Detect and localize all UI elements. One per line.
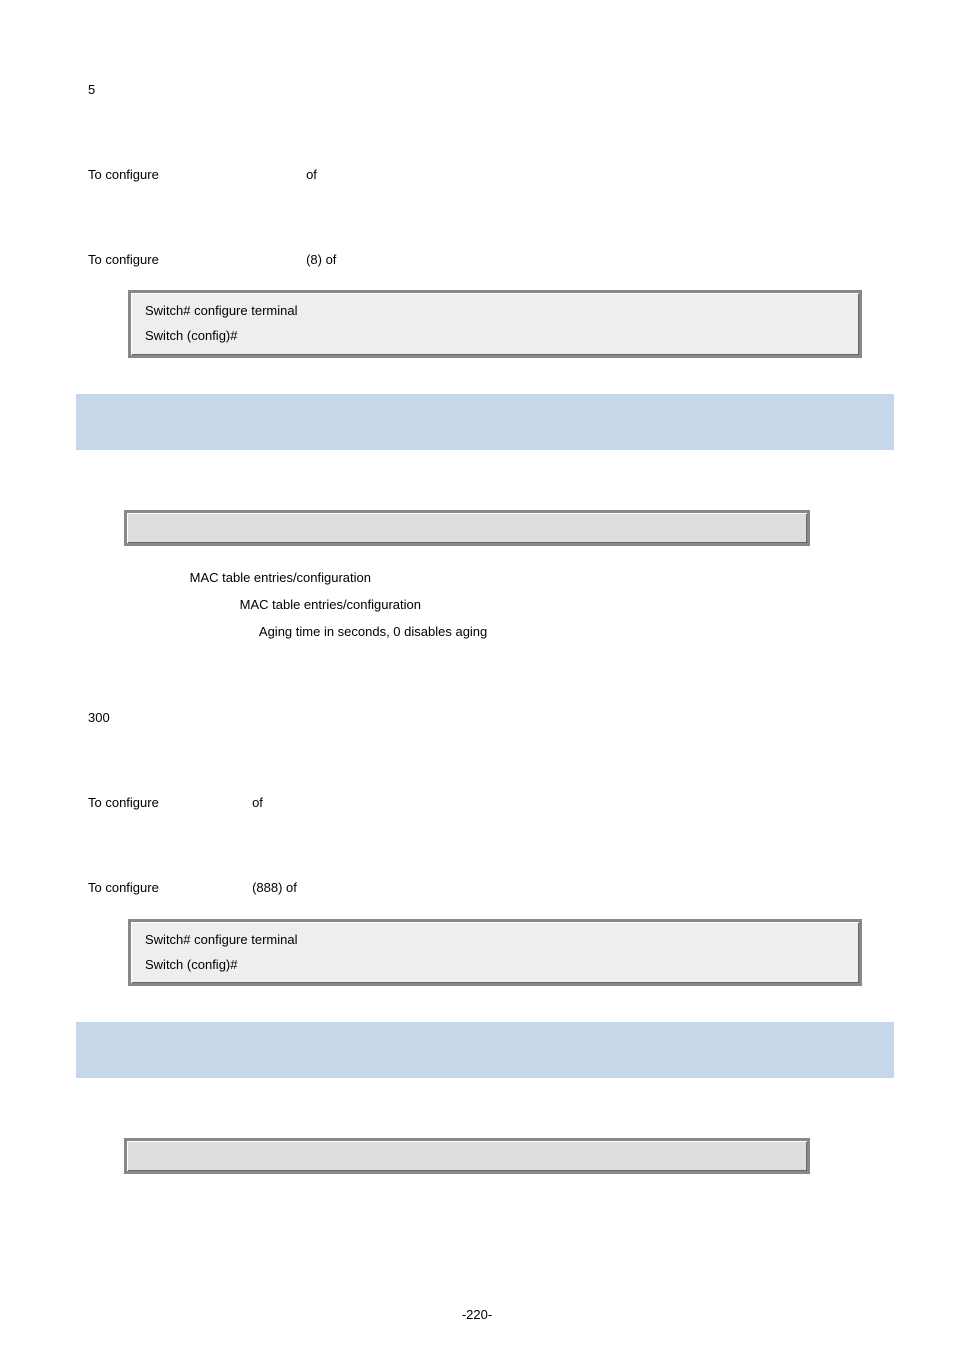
section-heading-band [76, 394, 894, 450]
param-line: MAC table entries/configuration [108, 568, 882, 589]
example-prefix: To configure [88, 252, 159, 267]
usage-line: To configure of [88, 793, 882, 814]
param-desc: MAC table entries/configuration [240, 597, 421, 612]
code-line: Switch# configure terminal [145, 928, 845, 953]
code-line: Switch (config)# [145, 953, 845, 978]
text-value: 5 [88, 80, 882, 101]
param-line: Aging time in seconds, 0 disables aging [108, 622, 882, 643]
default-value: 300 [88, 708, 882, 729]
code-line: Switch (config)# [145, 324, 845, 349]
param-desc: MAC table entries/configuration [190, 570, 371, 585]
usage-line: To configure of [88, 165, 882, 186]
usage-mid: of [252, 795, 263, 810]
param-desc: Aging time in seconds, 0 disables aging [259, 624, 487, 639]
code-block: Switch# configure terminal Switch (confi… [128, 290, 862, 358]
page-number: -220- [0, 1305, 954, 1326]
usage-prefix: To configure [88, 167, 159, 182]
code-block: Switch# configure terminal Switch (confi… [128, 919, 862, 987]
example-prefix: To configure [88, 880, 159, 895]
example-line: To configure (888) of [88, 878, 882, 899]
code-line: Switch# configure terminal [145, 299, 845, 324]
usage-mid: of [306, 167, 317, 182]
usage-prefix: To configure [88, 795, 159, 810]
syntax-box [124, 1138, 810, 1174]
syntax-box [124, 510, 810, 546]
section-heading-band [76, 1022, 894, 1078]
example-line: To configure (8) of [88, 250, 882, 271]
example-mid: (8) of [306, 252, 336, 267]
param-line: MAC table entries/configuration [108, 595, 882, 616]
example-mid: (888) of [252, 880, 297, 895]
